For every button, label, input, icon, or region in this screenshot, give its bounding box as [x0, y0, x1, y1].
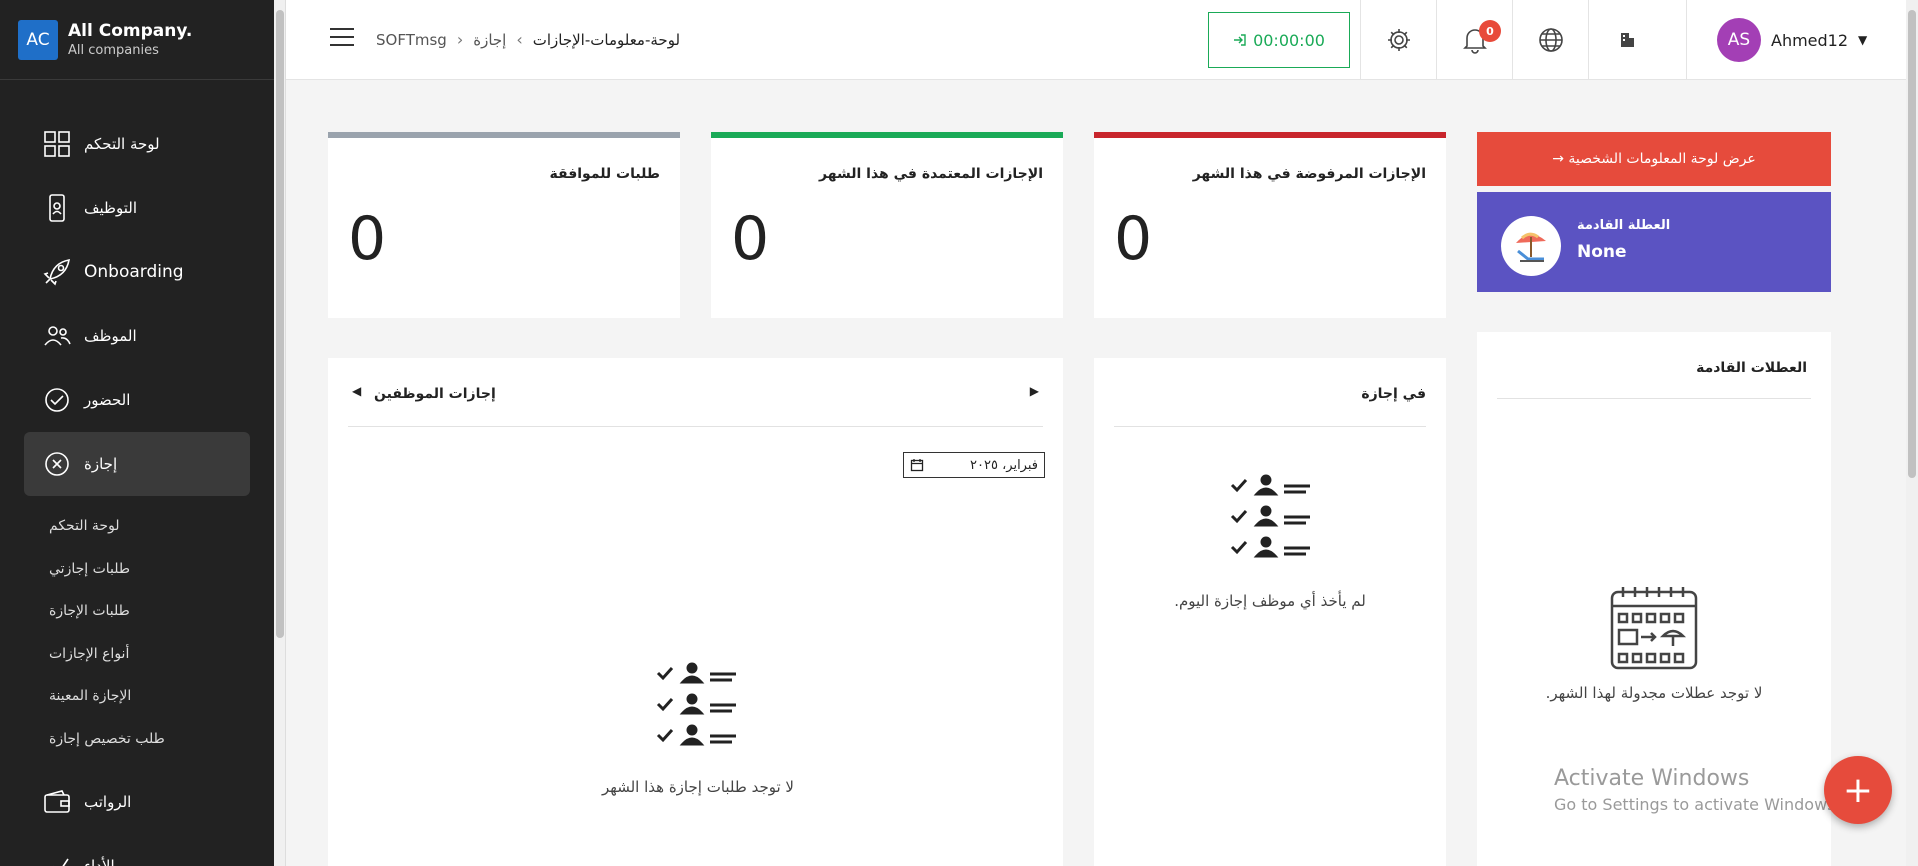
- windows-activation-watermark: Activate Windows Go to Settings to activ…: [1554, 766, 1841, 814]
- checklist-icon: [1228, 474, 1314, 568]
- breadcrumb-leave[interactable]: إجازة: [473, 31, 506, 49]
- panel-divider: [1114, 426, 1426, 427]
- sidebar-subitem-dashboard[interactable]: لوحة التحكم: [49, 518, 120, 534]
- stat-value: 0: [731, 204, 770, 274]
- chevron-right-icon: ›: [456, 30, 464, 49]
- add-floating-button[interactable]: +: [1824, 756, 1892, 824]
- notifications-button[interactable]: 0: [1436, 0, 1512, 80]
- gear-icon: [1387, 29, 1410, 51]
- sidebar-item-onboarding[interactable]: Onboarding: [24, 240, 250, 304]
- next-holiday-value: None: [1577, 242, 1627, 262]
- beach-chair-icon: [1501, 216, 1561, 276]
- next-holiday-label: العطلة القادمة: [1577, 218, 1671, 233]
- check-in-timer-button[interactable]: 00:00:00: [1208, 12, 1350, 68]
- employee-leaves-title: إجازات الموظفين: [374, 386, 496, 402]
- dashboard-icon: [44, 131, 70, 157]
- chevron-right-icon: ‹: [516, 30, 523, 49]
- attendance-icon: [45, 388, 69, 412]
- upcoming-holidays-empty: لا توجد عطلات مجدولة لهذا الشهر.: [1545, 684, 1763, 702]
- sidebar-subitem-leave-types[interactable]: أنواع الإجازات: [49, 646, 129, 662]
- breadcrumb: SOFTmsg › إجازة ‹ لوحة-معلومات-الإجازات: [376, 30, 680, 49]
- sidebar-item-label: التوظيف: [84, 199, 138, 217]
- on-leave-title: في إجازة: [1361, 386, 1426, 402]
- wallet-icon: [44, 790, 70, 813]
- rocket-icon: [43, 259, 70, 286]
- sidebar-item-recruitment[interactable]: التوظيف: [24, 176, 250, 240]
- checklist-icon: [654, 662, 740, 756]
- calendar-icon: [910, 459, 924, 472]
- next-holiday-card: العطلة القادمة None: [1477, 192, 1831, 292]
- stat-card-rejected[interactable]: الإجازات المرفوضة في هذا الشهر 0: [1094, 132, 1446, 318]
- breadcrumb-current: لوحة-معلومات-الإجازات: [532, 30, 681, 49]
- user-name: Ahmed12: [1771, 30, 1849, 50]
- breadcrumb-root[interactable]: SOFTmsg: [376, 31, 447, 49]
- month-picker-value: فبراير، ٢٠٢٥: [970, 457, 1038, 473]
- sidebar-item-payroll[interactable]: الرواتب: [24, 770, 250, 834]
- sidebar-item-label: الموظف: [84, 327, 137, 345]
- sidebar-item-performance[interactable]: الأداء: [24, 834, 250, 866]
- company-switcher[interactable]: AC All Company. All companies: [0, 0, 274, 80]
- panel-divider: [1497, 398, 1811, 399]
- company-button[interactable]: [1588, 0, 1664, 80]
- caret-down-icon: ▼: [1858, 33, 1868, 47]
- stat-card-pending[interactable]: طلبات للموافقة 0: [328, 132, 680, 318]
- settings-button[interactable]: [1360, 0, 1436, 80]
- leave-icon: [45, 452, 69, 476]
- on-leave-empty: لم يأخذ أي موظف إجازة اليوم.: [1174, 592, 1366, 610]
- stat-title: الإجازات المرفوضة في هذا الشهر: [1192, 166, 1426, 182]
- stat-title: الإجازات المعتمدة في هذا الشهر: [819, 166, 1043, 182]
- sidebar: AC All Company. All companies لوحة التحك…: [0, 0, 274, 866]
- calendar-holiday-icon: [1609, 584, 1699, 676]
- watermark-title: Activate Windows: [1554, 766, 1750, 791]
- panel-divider: [348, 426, 1043, 427]
- sidebar-subitem-leave-requests[interactable]: طلبات الإجازة: [49, 603, 130, 619]
- building-icon: [1620, 33, 1634, 47]
- company-subtitle: All companies: [68, 43, 159, 58]
- user-menu[interactable]: AS Ahmed12 ▼: [1686, 0, 1867, 80]
- timer-value: 00:00:00: [1253, 30, 1325, 50]
- performance-icon: [53, 858, 69, 866]
- stat-value: 0: [348, 204, 387, 274]
- sidebar-item-label: لوحة التحكم: [84, 135, 160, 153]
- language-button[interactable]: [1512, 0, 1588, 80]
- company-logo: AC: [18, 19, 58, 60]
- stat-title: طلبات للموافقة: [549, 166, 660, 182]
- sidebar-subitem-assigned-leave[interactable]: الإجازة المعينة: [49, 688, 131, 704]
- month-picker[interactable]: فبراير، ٢٠٢٥: [903, 452, 1045, 478]
- stat-card-approved[interactable]: الإجازات المعتمدة في هذا الشهر 0: [711, 132, 1063, 318]
- top-header: SOFTmsg › إجازة ‹ لوحة-معلومات-الإجازات …: [286, 0, 1906, 80]
- company-name: All Company.: [68, 21, 193, 41]
- sidebar-item-label: إجازة: [84, 455, 118, 473]
- on-leave-panel: في إجازة: [1094, 358, 1446, 866]
- globe-icon: [1538, 28, 1563, 52]
- employee-leaves-empty: لا توجد طلبات إجازة هذا الشهر: [602, 778, 794, 796]
- sidebar-item-label: الرواتب: [84, 793, 132, 811]
- watermark-subtitle: Go to Settings to activate Windows.: [1554, 795, 1841, 814]
- next-month-arrow-icon[interactable]: ▶: [1030, 384, 1039, 398]
- sidebar-item-dashboard[interactable]: لوحة التحكم: [24, 112, 250, 176]
- upcoming-holidays-title: العطلات القادمة: [1696, 360, 1807, 376]
- stat-value: 0: [1114, 204, 1153, 274]
- sidebar-subitem-my-requests[interactable]: طلبات إجازتي: [49, 561, 130, 577]
- recruitment-icon: [49, 194, 65, 222]
- avatar: AS: [1717, 18, 1761, 62]
- sidebar-item-employees[interactable]: الموظف: [24, 304, 250, 368]
- employees-icon: [44, 326, 71, 346]
- menu-toggle-icon[interactable]: [330, 28, 354, 50]
- notification-count-badge: 0: [1479, 20, 1501, 42]
- sidebar-item-label: Onboarding: [84, 262, 184, 282]
- sidebar-subitem-allocation-request[interactable]: طلب تخصيص إجازة: [49, 731, 165, 747]
- prev-month-arrow-icon[interactable]: ◀: [352, 384, 361, 398]
- login-icon: [1234, 34, 1246, 46]
- sidebar-item-label: الحضور: [84, 391, 131, 409]
- sidebar-item-attendance[interactable]: الحضور: [24, 368, 250, 432]
- plus-icon: +: [1842, 769, 1874, 811]
- page-scrollbar[interactable]: [1906, 0, 1918, 866]
- personal-dashboard-button[interactable]: عرض لوحة المعلومات الشخصية →: [1477, 132, 1831, 186]
- sidebar-item-leave[interactable]: إجازة: [24, 432, 250, 496]
- sidebar-item-label: الأداء: [84, 857, 115, 866]
- sidebar-scrollbar[interactable]: [274, 0, 286, 866]
